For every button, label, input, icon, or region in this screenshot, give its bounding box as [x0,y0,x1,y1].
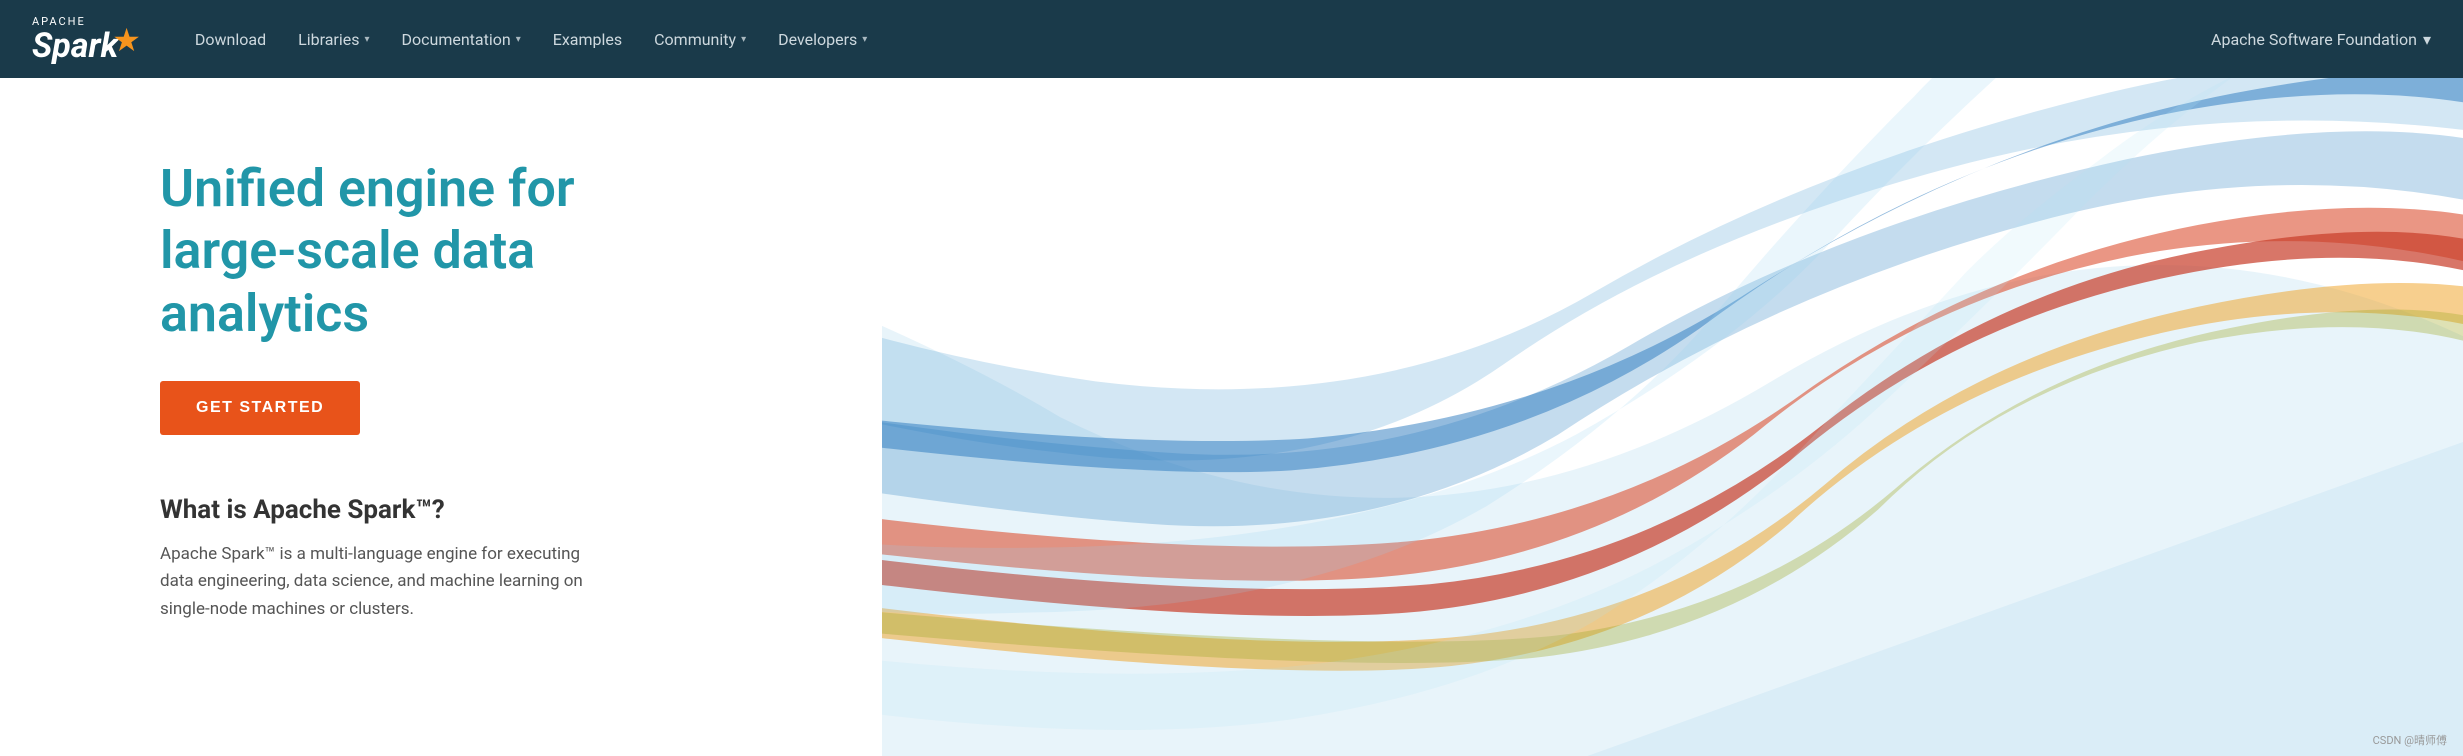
navbar: APACHE Spark ★ Download Libraries ▾ Docu… [0,0,2463,78]
logo-spark-text: Spark [32,29,118,63]
logo-apache-text: APACHE [32,16,86,27]
nav-download[interactable]: Download [181,22,280,57]
hero-section: Unified engine for large-scale data anal… [0,78,2463,756]
nav-community[interactable]: Community ▾ [640,22,760,57]
hero-description: Apache Spark™ is a multi-language engine… [160,541,600,623]
get-started-button[interactable]: GET STARTED [160,381,360,435]
nav-libraries[interactable]: Libraries ▾ [284,22,383,57]
developers-chevron-icon: ▾ [862,34,867,45]
hero-content: Unified engine for large-scale data anal… [0,78,600,663]
logo-text: APACHE Spark ★ [32,16,141,63]
logo-link[interactable]: APACHE Spark ★ [32,16,141,63]
apache-foundation-chevron-icon: ▾ [2423,30,2431,49]
community-chevron-icon: ▾ [741,34,746,45]
logo-star-icon: ★ [112,21,141,59]
watermark: CSDN @晴师傅 [2373,732,2447,748]
apache-foundation-link[interactable]: Apache Software Foundation ▾ [2211,30,2431,49]
libraries-chevron-icon: ▾ [364,34,369,45]
nav-developers[interactable]: Developers ▾ [764,22,881,57]
hero-title: Unified engine for large-scale data anal… [160,158,600,345]
hero-wave-graphic [882,78,2463,756]
nav-examples[interactable]: Examples [539,22,636,57]
hero-subtitle: What is Apache Spark™? [160,495,600,525]
nav-menu: Download Libraries ▾ Documentation ▾ Exa… [181,22,2211,57]
nav-documentation[interactable]: Documentation ▾ [388,22,535,57]
documentation-chevron-icon: ▾ [516,34,521,45]
